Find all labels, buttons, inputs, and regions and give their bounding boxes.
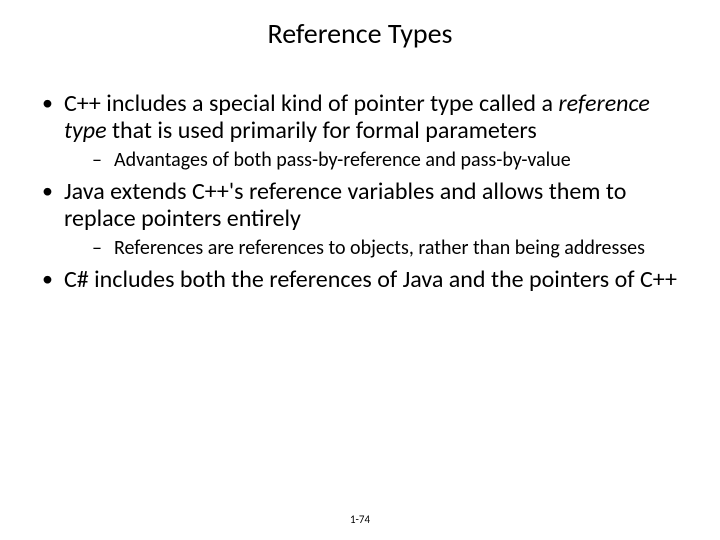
bullet-2-text: Java extends C++'s reference variables a… xyxy=(64,177,626,233)
bullet-2-sub: References are references to objects, ra… xyxy=(92,237,682,259)
slide-title: Reference Types xyxy=(0,0,720,91)
page-number: 1-74 xyxy=(0,513,720,526)
bullet-1-text-pre: C++ includes a special kind of pointer t… xyxy=(64,89,558,118)
bullet-1: C++ includes a special kind of pointer t… xyxy=(38,91,682,171)
bullet-3: C# includes both the references of Java … xyxy=(38,267,682,294)
bullet-3-text: C# includes both the references of Java … xyxy=(64,265,677,294)
bullet-2: Java extends C++'s reference variables a… xyxy=(38,179,682,259)
bullet-1-text-post: that is used primarily for formal parame… xyxy=(107,116,537,145)
slide-body: C++ includes a special kind of pointer t… xyxy=(0,91,720,294)
bullet-1-sub: Advantages of both pass-by-reference and… xyxy=(92,149,682,171)
